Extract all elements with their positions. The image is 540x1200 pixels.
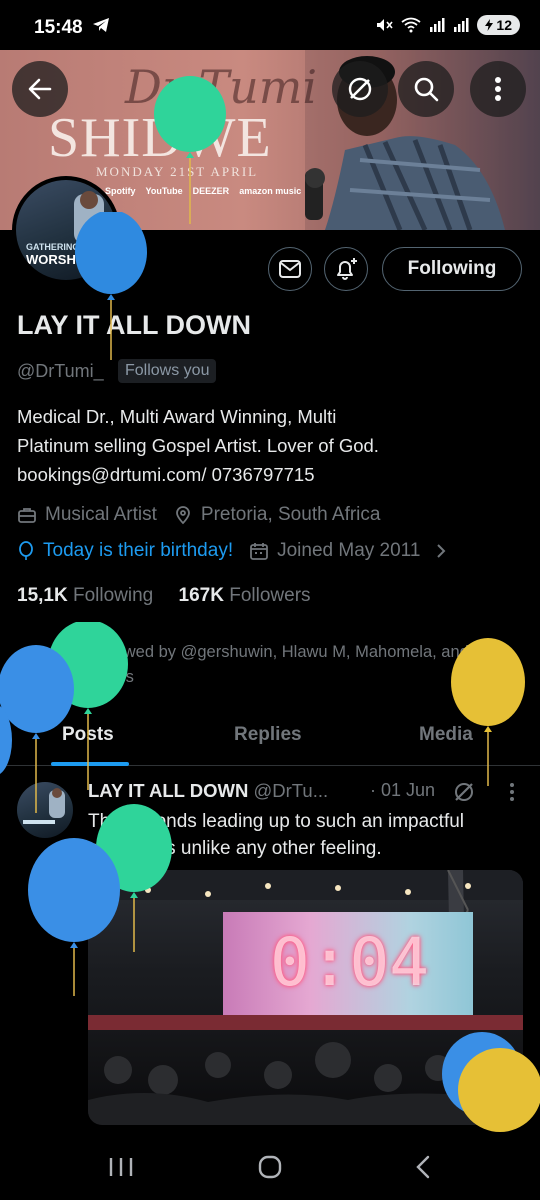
battery-indicator: 12 [477,15,520,35]
arrow-left-icon [28,78,52,100]
bell-plus-icon [337,258,357,280]
avatar-text-line2: WORSHIPERS [26,252,115,267]
video-crowd [88,1030,523,1125]
profile-bio: Medical Dr., Multi Award Winning, Multi … [17,402,517,489]
more-options-button[interactable] [470,61,526,117]
following-count: 15,1K [17,585,68,606]
signal-icon-2 [454,18,469,32]
post-header: LAY IT ALL DOWN @DrTu... [88,780,328,802]
post-text: The seconds leading up to such an impact… [88,811,465,859]
active-tab-indicator [51,762,129,766]
telegram-icon [92,17,110,38]
followed-by-text[interactable]: Followed by @gershuwin, Hlawu M, Mahomel… [88,640,528,690]
post-avatar-art [23,788,65,824]
search-button[interactable] [398,61,454,117]
birthday-text[interactable]: Today is their birthday! [43,540,233,562]
post-date: · 01 Jun [370,780,436,800]
follow-counts: 15,1K Following 167K Followers [17,585,311,607]
display-name: LAY IT ALL DOWN [17,310,252,340]
banner-title: SHIDWE [48,107,272,169]
post-handle[interactable]: @DrTu... [253,780,328,801]
banner-date: MONDAY 21ST APRIL [96,164,259,179]
grok-button[interactable] [332,61,388,117]
followers-count: 167K [178,585,224,606]
joined-date: Joined May 2011 [277,540,421,561]
wifi-icon [401,17,421,33]
post-more-icon[interactable] [508,782,516,802]
battery-level: 12 [496,17,512,33]
banner-platforms: Spotify YouTube DEEZER amazon music [105,186,301,196]
bio-line: Platinum selling Gospel Artist. Lover of… [17,435,379,456]
envelope-icon [279,260,301,278]
recent-apps-icon[interactable] [108,1156,134,1178]
profile-meta-row: Musical Artist Pretoria, South Africa [17,504,380,526]
profile-handle: @DrTumi_ [17,361,104,381]
briefcase-icon [18,508,36,523]
follows-you-badge: Follows you [118,359,217,383]
platform-youtube: YouTube [145,186,183,196]
search-icon [414,77,439,102]
tab-posts[interactable]: Posts [62,724,114,746]
bio-line: bookings@drtumi.com/ 0736797715 [17,464,315,485]
message-button[interactable] [268,247,312,291]
back-button[interactable] [12,61,68,117]
profile-avatar[interactable]: GATHERING WORSHIPERS [12,176,120,284]
system-nav-bar [0,1132,540,1200]
post-author[interactable]: LAY IT ALL DOWN [88,780,248,801]
video-countdown: 0:04 [270,924,429,1001]
post-avatar[interactable] [17,782,73,838]
avatar-text-line1: GATHERING [26,242,80,252]
status-icons: 12 [375,15,520,35]
tab-media[interactable]: Media [419,724,473,746]
grok-icon [348,77,372,101]
more-vertical-icon [495,77,501,101]
location-pin-icon [176,506,190,525]
following-label: Following [72,585,154,606]
platform-amazon: amazon music [239,186,302,196]
bio-line: Medical Dr., Multi Award Winning, Multi [17,406,337,427]
post-video[interactable]: 0:04 [88,870,523,1125]
following-link[interactable]: 15,1K Following [17,585,153,606]
tab-replies[interactable]: Replies [234,724,302,746]
following-button[interactable]: Following [382,247,522,291]
grok-post-icon[interactable] [452,780,476,804]
mute-icon [377,19,394,31]
platform-deezer: DEEZER [192,186,230,196]
followers-link[interactable]: 167K Followers [179,585,311,606]
home-icon[interactable] [257,1154,283,1180]
signal-icon [430,18,445,32]
chevron-right-icon [437,544,446,558]
followers-label: Followers [229,585,311,606]
notifications-button[interactable] [324,247,368,291]
status-bar: 15:48 12 [0,0,540,50]
balloon-icon [19,541,33,560]
profile-location: Pretoria, South Africa [200,504,381,525]
status-time: 15:48 [34,17,83,38]
profile-tabs: Posts Replies Media [0,712,540,766]
profile-category: Musical Artist [45,504,157,525]
calendar-icon [250,543,268,560]
profile-meta-row-2: Today is their birthday! Joined May 2011 [17,540,456,562]
back-nav-icon[interactable] [412,1154,434,1180]
